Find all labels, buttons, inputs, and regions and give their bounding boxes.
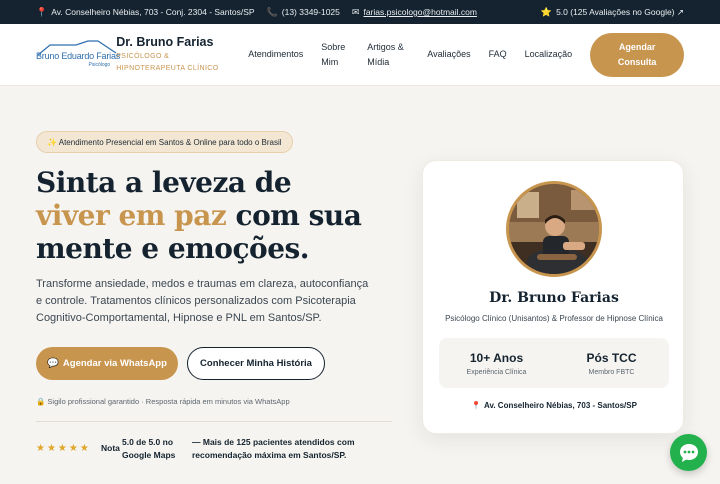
my-story-button[interactable]: Conhecer Minha História (187, 347, 325, 380)
rating-prefix: Nota (101, 443, 120, 453)
headline-part1: Sinta a leveza de (36, 166, 292, 199)
nav-artigos-midia[interactable]: Artigos & Mídia (367, 40, 409, 70)
logo[interactable]: Bruno Eduardo Farias Psicólogo (36, 39, 120, 71)
nav-faq[interactable]: FAQ (489, 47, 507, 62)
topbar-rating-link[interactable]: 5.0 (125 Avaliações no Google) ↗ (556, 7, 684, 18)
topbar-email-link[interactable]: farias.psicologo@hotmail.com (363, 7, 477, 17)
brand-name: Dr. Bruno Farias (116, 34, 214, 49)
chat-bubble-icon: 💬 (47, 358, 59, 369)
stat-value: Pós TCC (586, 350, 637, 365)
portrait-illustration (509, 184, 599, 274)
topbar-address-text: Av. Conselheiro Nébias, 703 - Conj. 2304… (51, 7, 255, 17)
avatar (506, 181, 602, 277)
site-header: Bruno Eduardo Farias Psicólogo Dr. Bruno… (0, 24, 720, 86)
pin-icon: 📍 (36, 6, 48, 17)
stat-label: Membro FBTC (588, 368, 635, 376)
logo-name: Bruno Eduardo Farias (36, 50, 121, 61)
nav-sobre-mim[interactable]: Sobre Mim (321, 40, 349, 70)
brand[interactable]: Dr. Bruno Farias PSICÓLOGO & HIPNOTERAPE… (116, 35, 234, 75)
nav-localizacao[interactable]: Localização (525, 47, 573, 62)
service-badge: ✨ Atendimento Presencial em Santos & Onl… (36, 131, 293, 153)
doctor-role: Psicólogo Clínico (Unisantos) & Professo… (445, 314, 663, 323)
topbar-rating[interactable]: ⭐ 5.0 (125 Avaliações no Google) ↗ (541, 7, 684, 18)
hero-lead: Transforme ansiedade, medos e traumas em… (36, 278, 369, 324)
schedule-consultation-button[interactable]: Agendar Consulta (590, 32, 684, 77)
stat-label: Experiência Clínica (466, 368, 527, 376)
nav-avaliacoes[interactable]: Avaliações (427, 47, 470, 62)
rating-stars: ★★★★★ (36, 443, 91, 454)
logo-subtitle: Psicólogo (88, 61, 111, 68)
brand-tagline: PSICÓLOGO & HIPNOTERAPEUTA CLÍNICO (116, 52, 219, 72)
stat-specialization: Pós TCC Membro FBTC (554, 338, 669, 388)
star-icon: ⭐ (540, 6, 553, 17)
privacy-note: 🔒 Sigilo profissional garantido · Respos… (36, 397, 290, 406)
rating-score: 5.0 de 5.0 no Google Maps (122, 437, 176, 460)
whatsapp-schedule-button[interactable]: 💬 Agendar via WhatsApp (36, 347, 178, 380)
doctor-name: Dr. Bruno Farias (489, 290, 619, 306)
chat-icon (679, 443, 698, 462)
phone-icon: 📞 (266, 6, 278, 17)
profile-card: Dr. Bruno Farias Psicólogo Clínico (Unis… (422, 160, 684, 434)
whatsapp-button-label: Agendar via WhatsApp (62, 358, 167, 369)
topbar-phone-text[interactable]: (13) 3349-1025 (282, 7, 340, 17)
hero-headline: Sinta a leveza de viver em paz com sua m… (36, 166, 366, 265)
card-address-text: Av. Conselheiro Nébias, 703 - Santos/SP (484, 401, 637, 410)
rating-note: — Mais de 125 pacientes atendidos com re… (192, 437, 355, 460)
divider (36, 421, 392, 422)
topbar-phone[interactable]: 📞 (13) 3349-1025 (267, 7, 340, 18)
headline-highlight: viver em paz (36, 199, 227, 232)
whatsapp-chat-button[interactable] (670, 434, 707, 471)
stat-experience: 10+ Anos Experiência Clínica (439, 338, 554, 388)
main-nav: Atendimentos Sobre Mim Artigos & Mídia A… (248, 40, 590, 70)
pin-icon: 📍 (471, 401, 482, 410)
stats-panel: 10+ Anos Experiência Clínica Pós TCC Mem… (439, 338, 669, 388)
top-contact-bar: 📍 Av. Conselheiro Nébias, 703 - Conj. 23… (0, 0, 720, 24)
mail-icon: ✉ (351, 6, 360, 17)
nav-atendimentos[interactable]: Atendimentos (248, 47, 303, 62)
stat-value: 10+ Anos (469, 350, 524, 365)
topbar-address: 📍 Av. Conselheiro Nébias, 703 - Conj. 23… (36, 7, 255, 18)
topbar-email[interactable]: ✉ farias.psicologo@hotmail.com (352, 7, 477, 18)
card-address: 📍 Av. Conselheiro Nébias, 703 - Santos/SP (423, 401, 685, 410)
